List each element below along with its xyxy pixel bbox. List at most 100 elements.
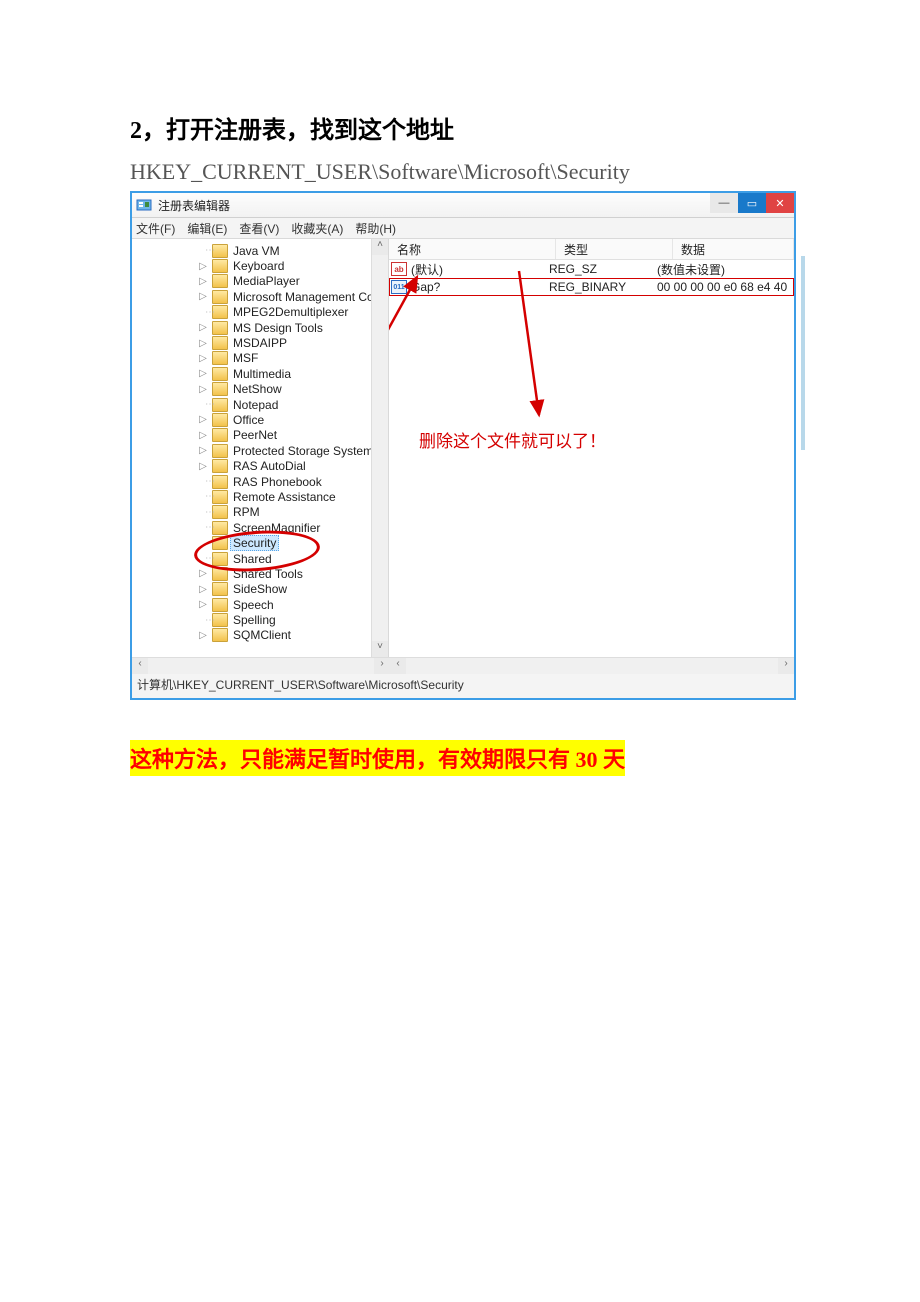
tree-item-label: Protected Storage System Prov — [233, 444, 389, 458]
tree-item[interactable]: ▷MSF — [132, 351, 388, 366]
expander-icon[interactable]: ▷ — [198, 368, 208, 379]
tree-item-label: Remote Assistance — [233, 490, 336, 504]
menu-favorites[interactable]: 收藏夹(A) — [291, 220, 343, 237]
tree-connector: ⋯ — [205, 615, 215, 626]
tree-item[interactable]: ▷ SQMClient — [132, 628, 388, 643]
cell-data: (数值未设置) — [657, 261, 794, 278]
menu-file[interactable]: 文件(F) — [136, 220, 175, 237]
folder-icon — [212, 321, 228, 335]
tree-item-label: Shared — [233, 552, 272, 566]
tree-connector: ⋯ — [205, 538, 215, 549]
expander-icon[interactable]: ▷ — [198, 445, 208, 456]
tree-item[interactable]: ▷NetShow — [132, 382, 388, 397]
tree-connector: ⋯ — [205, 553, 215, 564]
tree-item[interactable]: ⋯RAS Phonebook — [132, 474, 388, 489]
tree-item-label: Spelling — [233, 613, 276, 627]
minimize-button[interactable]: — — [710, 193, 738, 213]
folder-icon — [212, 459, 228, 473]
tree-item[interactable]: ▷ SideShow — [132, 582, 388, 597]
cell-name: Gap? — [409, 280, 549, 294]
expander-icon[interactable]: ▷ — [198, 430, 208, 441]
menu-edit[interactable]: 编辑(E) — [187, 220, 227, 237]
cell-data: 00 00 00 00 e0 68 e4 40 — [657, 280, 794, 294]
tree-item[interactable]: ⋯ScreenMagnifier — [132, 520, 388, 535]
tree-item[interactable]: ▷Speech — [132, 597, 388, 612]
expander-icon[interactable]: ▷ — [198, 291, 208, 302]
tree-item[interactable]: ▷ RAS AutoDial — [132, 458, 388, 473]
col-type-header[interactable]: 类型 — [556, 239, 673, 259]
folder-icon — [212, 367, 228, 381]
col-name-header[interactable]: 名称 — [389, 239, 556, 259]
expander-icon[interactable]: ▷ — [198, 338, 208, 349]
expander-icon[interactable]: ▷ — [198, 261, 208, 272]
tree-item[interactable]: ▷Shared Tools — [132, 566, 388, 581]
list-row[interactable]: ab(默认)REG_SZ(数值未设置) — [389, 260, 794, 278]
tree-item-label: RAS AutoDial — [233, 459, 306, 473]
maximize-button[interactable]: ▭ — [738, 193, 766, 213]
expander-icon[interactable]: ▷ — [198, 461, 208, 472]
tree-item[interactable]: ▷PeerNet — [132, 428, 388, 443]
tree-item[interactable]: ⋯MPEG2Demultiplexer — [132, 305, 388, 320]
tree-item[interactable]: ▷Multimedia — [132, 366, 388, 381]
list-row[interactable]: 011Gap?REG_BINARY00 00 00 00 e0 68 e4 40 — [389, 278, 794, 296]
tree-item[interactable]: ⋯Remote Assistance — [132, 489, 388, 504]
tree-item-label: Keyboard — [233, 259, 284, 273]
tree-item[interactable]: ▷MediaPlayer — [132, 274, 388, 289]
folder-icon — [212, 567, 228, 581]
expander-icon[interactable]: ▷ — [198, 353, 208, 364]
tree-item[interactable]: ▷ Office — [132, 412, 388, 427]
tree-item-label: Office — [233, 413, 264, 427]
tree-item-label: MSDAIPP — [233, 336, 287, 350]
tree-item[interactable]: ⋯ Shared — [132, 551, 388, 566]
tree-item[interactable]: ⋯Java VM — [132, 243, 388, 258]
tree-item[interactable]: ⋯ Security — [132, 535, 388, 550]
folder-icon — [212, 351, 228, 365]
col-data-header[interactable]: 数据 — [673, 239, 794, 259]
expander-icon[interactable]: ▷ — [198, 630, 208, 641]
tree-item-label: MS Design Tools — [233, 321, 323, 335]
tree-pane[interactable]: ⋯Java VM▷Keyboard▷MediaPlayer▷Microsoft … — [132, 239, 389, 657]
tree-hscroll[interactable]: ‹› — [132, 657, 390, 674]
expander-icon[interactable]: ▷ — [198, 414, 208, 425]
menu-bar: 文件(F) 编辑(E) 查看(V) 收藏夹(A) 帮助(H) — [132, 218, 794, 239]
folder-icon — [212, 274, 228, 288]
tree-connector: ⋯ — [205, 245, 215, 256]
tree-item[interactable]: ▷ MS Design Tools — [132, 320, 388, 335]
tree-scrollbar[interactable]: ˄ ˅ — [371, 239, 388, 657]
scroll-up-icon[interactable]: ˄ — [372, 239, 388, 255]
tree-item-label: SQMClient — [233, 628, 291, 642]
list-hscroll[interactable]: ‹› — [390, 657, 794, 674]
folder-icon — [212, 259, 228, 273]
list-pane[interactable]: 名称 类型 数据 ab(默认)REG_SZ(数值未设置)011Gap?REG_B… — [389, 239, 794, 657]
tree-item[interactable]: ⋯ Spelling — [132, 612, 388, 627]
expander-icon[interactable]: ▷ — [198, 384, 208, 395]
expander-icon[interactable]: ▷ — [198, 276, 208, 287]
scroll-down-icon[interactable]: ˅ — [372, 641, 388, 657]
folder-icon — [212, 428, 228, 442]
tree-item-label: Microsoft Management Conso — [233, 290, 389, 304]
menu-view[interactable]: 查看(V) — [239, 220, 279, 237]
expander-icon[interactable]: ▷ — [198, 322, 208, 333]
folder-icon — [212, 336, 228, 350]
registry-tree: ⋯Java VM▷Keyboard▷MediaPlayer▷Microsoft … — [132, 239, 388, 647]
tree-item[interactable]: ▷ Protected Storage System Prov — [132, 443, 388, 458]
tree-item[interactable]: ▷ Keyboard — [132, 258, 388, 273]
close-button[interactable]: ✕ — [766, 193, 794, 213]
expander-icon[interactable]: ▷ — [198, 568, 208, 579]
tree-connector: ⋯ — [205, 507, 215, 518]
tree-item[interactable]: ▷ MSDAIPP — [132, 335, 388, 350]
tree-item-label: SideShow — [233, 582, 287, 596]
tree-item[interactable]: ⋯Notepad — [132, 397, 388, 412]
titlebar[interactable]: 注册表编辑器 — ▭ ✕ — [132, 193, 794, 218]
tree-item[interactable]: ⋯RPM — [132, 505, 388, 520]
tree-item[interactable]: ▷ Microsoft Management Conso — [132, 289, 388, 304]
expander-icon[interactable]: ▷ — [198, 584, 208, 595]
content-area: ⋯Java VM▷Keyboard▷MediaPlayer▷Microsoft … — [132, 239, 794, 657]
expander-icon[interactable]: ▷ — [198, 599, 208, 610]
tree-item-label: MPEG2Demultiplexer — [233, 305, 348, 319]
tree-item-label: Security — [230, 535, 279, 551]
window-buttons: — ▭ ✕ — [710, 193, 794, 213]
menu-help[interactable]: 帮助(H) — [355, 220, 396, 237]
window-title: 注册表编辑器 — [158, 197, 230, 214]
section-heading: 2，打开注册表，找到这个地址 — [130, 110, 790, 145]
